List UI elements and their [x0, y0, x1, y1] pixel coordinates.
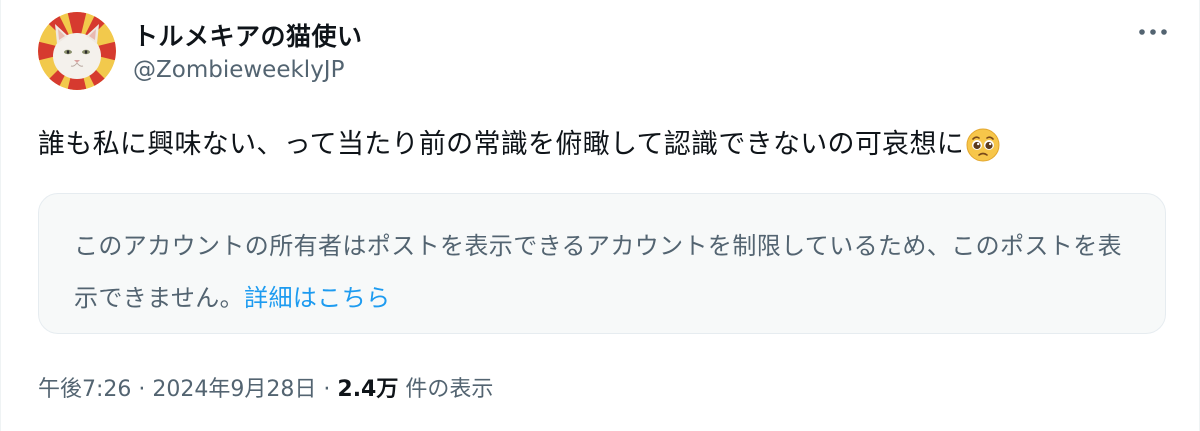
display-name[interactable]: トルメキアの猫使い [133, 17, 363, 53]
tweet-card: トルメキアの猫使い @ZombieweeklyJP 誰も私に興味ない、って当たり… [0, 0, 1200, 431]
more-horizontal-icon [1139, 29, 1167, 35]
pleading-face-emoji-icon [966, 128, 1000, 162]
separator: · [323, 377, 331, 402]
separator: · [138, 377, 146, 402]
views-count: 2.4万 [337, 377, 399, 402]
learn-more-link[interactable]: 詳細はこちら [244, 284, 390, 312]
user-handle[interactable]: @ZombieweeklyJP [133, 57, 344, 83]
avatar[interactable] [38, 12, 116, 90]
tweet-body: 誰も私に興味ない、って当たり前の常識を俯瞰して認識できないの可哀想に [38, 129, 965, 160]
white-cat-avatar-icon [38, 12, 116, 90]
notice-text: このアカウントの所有者はポストを表示できるアカウントを制限しているため、このポス… [74, 220, 1134, 324]
more-options-button[interactable] [1131, 12, 1175, 52]
views-label: 件の表示 [405, 377, 494, 402]
timestamp-time[interactable]: 午後7:26 [38, 371, 131, 403]
notice-message: このアカウントの所有者はポストを表示できるアカウントを制限しているため、このポス… [74, 232, 1122, 312]
restricted-post-notice: このアカウントの所有者はポストを表示できるアカウントを制限しているため、このポス… [38, 193, 1166, 334]
tweet-text: 誰も私に興味ない、って当たり前の常識を俯瞰して認識できないの可哀想に [38, 125, 1000, 165]
timestamp-date[interactable]: 2024年9月28日 [152, 371, 316, 403]
tweet-meta: 午後7:26 · 2024年9月28日 · 2.4万 件の表示 [38, 371, 493, 403]
